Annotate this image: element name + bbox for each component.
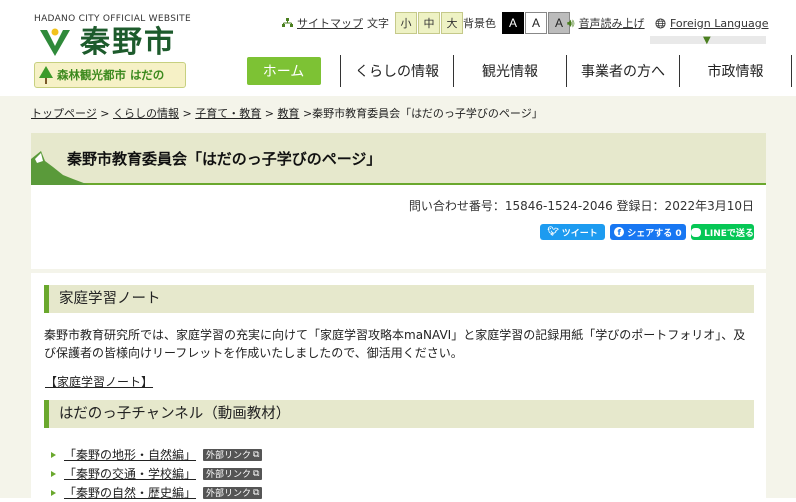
bullet-icon: [51, 489, 56, 496]
city-emblem-icon[interactable]: [38, 26, 72, 58]
nav-business[interactable]: 事業者の方へ: [566, 55, 679, 87]
breadcrumb-top[interactable]: トップページ: [31, 107, 97, 120]
tweet-label: ツイート: [561, 228, 598, 239]
site-header: HADANO CITY OFFICIAL WEBSITE 秦野市 森林観光都市 …: [0, 0, 796, 96]
twitter-bird-icon: 🐦︎: [547, 227, 559, 237]
list-item: 「秦野の自然・歴史編」 外部リンク ⧉: [51, 483, 263, 502]
main-content: 秦野市教育委員会「はだのっ子学びのページ」 問い合わせ番号：15846-1524…: [31, 133, 766, 500]
breadcrumb-separator: >: [182, 107, 192, 120]
global-nav: ホーム くらしの情報 観光情報 事業者の方へ 市政情報: [227, 55, 792, 87]
video-link-transport[interactable]: 「秦野の交通・学校編」: [64, 465, 196, 482]
video-link-terrain[interactable]: 「秦野の地形・自然編」: [64, 446, 196, 463]
nav-home-label: ホーム: [246, 57, 321, 85]
line-share-button[interactable]: LINEで送る: [691, 224, 754, 240]
font-size-small-button[interactable]: 小: [395, 12, 417, 34]
sitemap-link[interactable]: サイトマップ: [297, 15, 363, 31]
external-link-label: 外部リンク: [206, 451, 252, 461]
bg-color-label: 背景色: [463, 17, 496, 30]
breadcrumb-childcare[interactable]: 子育て・教育: [195, 107, 261, 120]
forest-tourism-banner[interactable]: 森林観光都市 はだの: [34, 62, 186, 88]
breadcrumb-living[interactable]: くらしの情報: [113, 107, 179, 120]
external-link-badge: 外部リンク ⧉: [203, 467, 263, 480]
nav-city-admin[interactable]: 市政情報: [679, 55, 792, 87]
foreign-language-link[interactable]: Foreign Language: [670, 17, 769, 30]
site-english-name: HADANO CITY OFFICIAL WEBSITE: [34, 14, 191, 24]
tree-icon: [39, 66, 53, 84]
page-title: 秦野市教育委員会「はだのっ子学びのページ」: [67, 150, 382, 168]
line-icon: [691, 227, 702, 237]
bg-color-controls: 背景色 A A A: [463, 12, 570, 34]
banner-text: 森林観光都市 はだの: [57, 68, 165, 82]
section-heading-video-channel: はだのっ子チャンネル（動画教材）: [44, 400, 754, 428]
sitemap-icon: [282, 18, 293, 27]
external-link-icon: ⧉: [253, 449, 260, 460]
breadcrumb: トップページ > くらしの情報 > 子育て・教育 > 教育 >秦野市教育委員会「…: [31, 105, 543, 121]
facebook-share-label: シェアする 0: [627, 228, 682, 239]
external-link-icon: ⧉: [253, 487, 260, 498]
bullet-icon: [51, 470, 56, 477]
external-link-badge: 外部リンク ⧉: [203, 486, 263, 499]
external-link-label: 外部リンク: [206, 470, 252, 480]
nav-tourism[interactable]: 観光情報: [453, 55, 566, 87]
bullet-icon: [51, 451, 56, 458]
inquiry-meta: 問い合わせ番号：15846-1524-2046 登録日：2022年3月10日: [408, 199, 754, 213]
breadcrumb-separator: >: [100, 107, 110, 120]
speaker-icon: 🔊︎: [567, 15, 575, 30]
external-link-icon: ⧉: [253, 468, 260, 479]
video-list: 「秦野の地形・自然編」 外部リンク ⧉ 「秦野の交通・学校編」 外部リンク ⧉ 「秦野の…: [51, 445, 263, 502]
list-item: 「秦野の交通・学校編」 外部リンク ⧉: [51, 464, 263, 483]
breadcrumb-separator: >: [302, 107, 313, 120]
bg-white-button[interactable]: A: [525, 12, 547, 34]
logo-text[interactable]: 秦野市: [80, 26, 176, 60]
section-divider: [31, 269, 766, 273]
font-size-medium-button[interactable]: 中: [418, 12, 440, 34]
video-link-history[interactable]: 「秦野の自然・歴史編」: [64, 484, 196, 501]
bg-black-button[interactable]: A: [502, 12, 524, 34]
external-link-label: 外部リンク: [206, 489, 252, 499]
nav-living[interactable]: くらしの情報: [340, 55, 453, 87]
home-study-description: 秦野市教育研究所では、家庭学習の充実に向けて「家庭学習攻略本maNAVI」と家庭…: [44, 328, 746, 360]
font-size-label: 文字: [367, 17, 389, 30]
section-heading-home-study: 家庭学習ノート: [44, 285, 754, 313]
sitemap-link-wrap[interactable]: サイトマップ: [282, 12, 363, 34]
tweet-button[interactable]: 🐦︎ ツイート: [540, 224, 605, 240]
line-share-label: LINEで送る: [704, 228, 754, 239]
nav-home[interactable]: ホーム: [227, 55, 340, 87]
breadcrumb-separator: >: [264, 107, 274, 120]
breadcrumb-education[interactable]: 教育: [277, 107, 299, 120]
speech-link[interactable]: 音声読み上げ: [579, 15, 645, 31]
font-size-controls: 文字 小 中 大: [367, 12, 463, 34]
home-study-note-link[interactable]: 【家庭学習ノート】: [45, 373, 153, 390]
list-item: 「秦野の地形・自然編」 外部リンク ⧉: [51, 445, 263, 464]
speech-link-wrap[interactable]: 🔊︎ 音声読み上げ: [567, 12, 645, 34]
breadcrumb-current: 秦野市教育委員会「はだのっ子学びのページ」: [312, 107, 543, 120]
page-title-bar: 秦野市教育委員会「はだのっ子学びのページ」: [31, 133, 766, 185]
font-size-large-button[interactable]: 大: [441, 12, 463, 34]
chevron-down-icon[interactable]: ▼: [703, 35, 711, 46]
facebook-share-button[interactable]: f シェアする 0: [610, 224, 686, 240]
globe-icon: [655, 17, 666, 29]
external-link-badge: 外部リンク ⧉: [203, 448, 263, 461]
foreign-language-wrap[interactable]: Foreign Language: [655, 12, 769, 34]
facebook-icon: f: [614, 227, 625, 237]
